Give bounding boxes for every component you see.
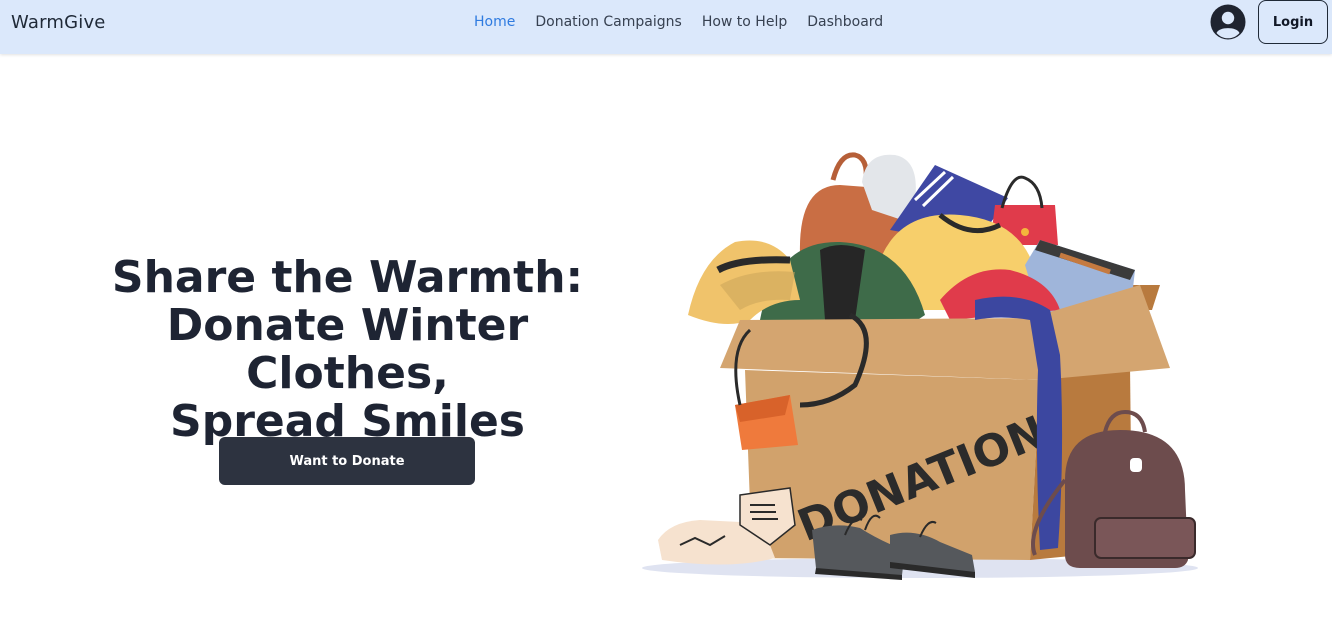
nav-link-donation-campaigns[interactable]: Donation Campaigns bbox=[535, 14, 681, 30]
nav-links: Home Donation Campaigns How to Help Dash… bbox=[474, 14, 883, 30]
hero-title-line-1: Share the Warmth: bbox=[111, 252, 584, 303]
hero-title-line-2: Donate Winter Clothes, bbox=[166, 300, 529, 399]
want-to-donate-button[interactable]: Want to Donate bbox=[219, 437, 475, 485]
donation-box-illustration: DONATION bbox=[642, 152, 1198, 580]
hero-title: Share the Warmth: Donate Winter Clothes,… bbox=[60, 254, 635, 446]
user-avatar-icon[interactable] bbox=[1210, 4, 1246, 40]
brand-logo[interactable]: WarmGive bbox=[11, 12, 106, 33]
navbar: WarmGive Home Donation Campaigns How to … bbox=[0, 0, 1332, 54]
nav-link-dashboard[interactable]: Dashboard bbox=[807, 14, 883, 30]
nav-link-home[interactable]: Home bbox=[474, 14, 515, 30]
nav-link-how-to-help[interactable]: How to Help bbox=[702, 14, 787, 30]
login-button[interactable]: Login bbox=[1258, 0, 1328, 44]
